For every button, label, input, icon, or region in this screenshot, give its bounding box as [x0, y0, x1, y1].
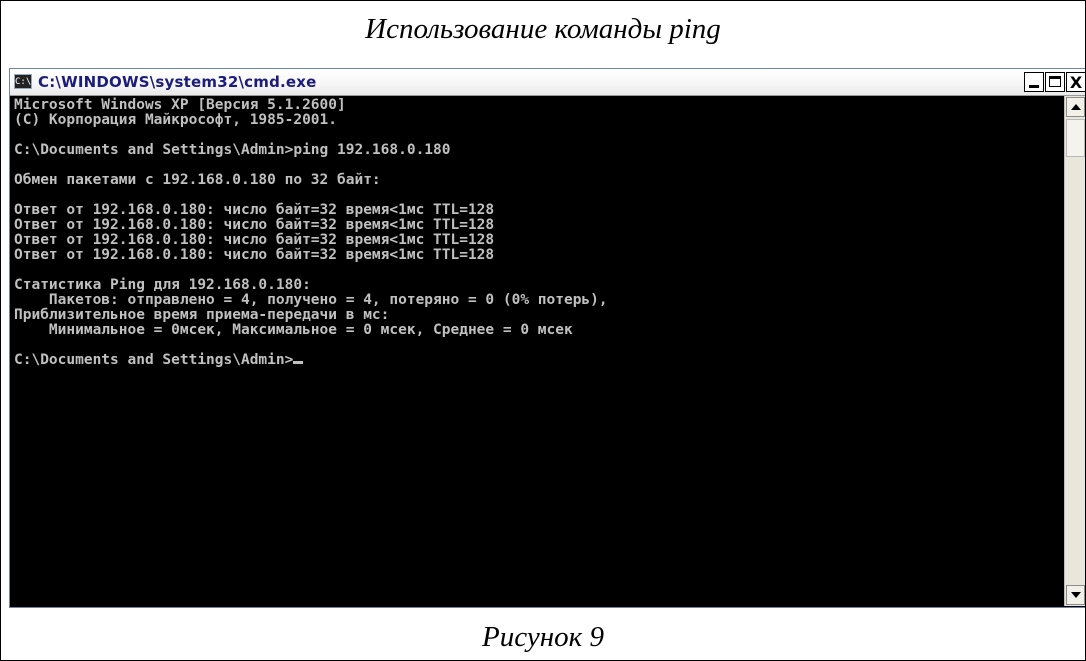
console-line: (С) Корпорация Майкрософт, 1985-2001. — [14, 112, 338, 128]
figure-caption-bottom: Рисунок 9 — [482, 621, 604, 653]
figure-caption-top: Использование команды ping — [365, 13, 721, 45]
console-line: Обмен пакетами с 192.168.0.180 по 32 бай… — [14, 172, 381, 188]
close-button[interactable]: X — [1066, 72, 1085, 92]
scroll-up-icon[interactable] — [1066, 97, 1085, 117]
console-lines: Microsoft Windows XP [Версия 5.1.2600] (… — [14, 97, 608, 338]
minimize-button[interactable] — [1024, 72, 1044, 92]
close-icon: X — [1069, 73, 1083, 92]
title-bar[interactable]: C:\ C:\WINDOWS\system32\cmd.exe X — [10, 69, 1085, 96]
console-line: Ответ от 192.168.0.180: число байт=32 вр… — [14, 217, 495, 233]
text-cursor — [293, 361, 304, 364]
console-line: Microsoft Windows XP [Версия 5.1.2600] — [14, 97, 346, 113]
console-line: Приблизительное время приема-передачи в … — [14, 307, 390, 323]
console-line: Пакетов: отправлено = 4, получено = 4, п… — [48, 292, 608, 308]
console-output[interactable]: Microsoft Windows XP [Версия 5.1.2600] (… — [10, 96, 1062, 606]
scroll-thumb[interactable] — [1066, 119, 1085, 157]
cmd-window[interactable]: C:\ C:\WINDOWS\system32\cmd.exe X Micros… — [9, 68, 1085, 608]
console-prompt: C:\Documents and Settings\Admin> — [14, 352, 294, 368]
console-line: C:\Documents and Settings\Admin>ping 192… — [14, 142, 451, 158]
console-line: Ответ от 192.168.0.180: число байт=32 вр… — [14, 232, 495, 248]
vertical-scrollbar[interactable] — [1064, 96, 1085, 606]
maximize-button[interactable] — [1045, 72, 1065, 92]
scroll-down-icon[interactable] — [1066, 585, 1085, 605]
window-title: C:\WINDOWS\system32\cmd.exe — [38, 73, 317, 91]
console-line: Минимальное = 0мсек, Максимальное = 0 мс… — [48, 322, 573, 338]
console-line: Ответ от 192.168.0.180: число байт=32 вр… — [14, 202, 495, 218]
console-text: Microsoft Windows XP [Версия 5.1.2600] (… — [10, 96, 1062, 368]
console-line: Ответ от 192.168.0.180: число байт=32 вр… — [14, 247, 495, 263]
console-line: Статистика Ping для 192.168.0.180: — [14, 277, 311, 293]
cmd-icon: C:\ — [14, 74, 32, 89]
figure-frame: Использование команды ping C:\ C:\WINDOW… — [0, 0, 1086, 661]
